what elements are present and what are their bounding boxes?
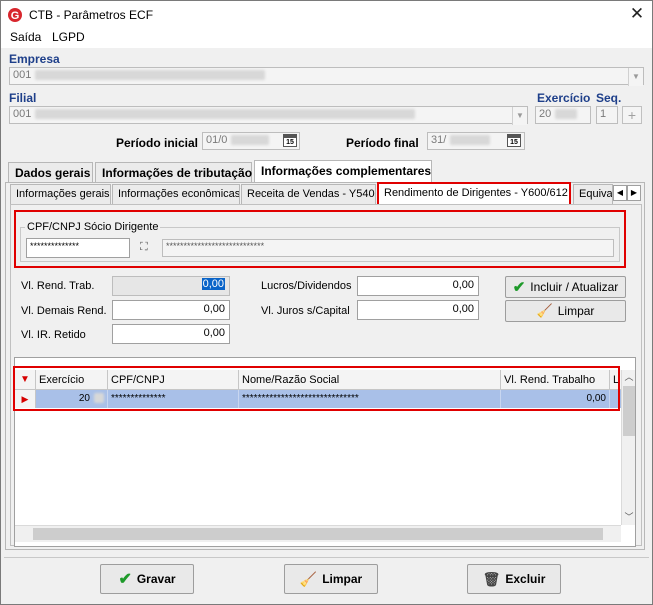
demais-rend-label: Vl. Demais Rend. [21, 305, 107, 317]
checkmark-icon: ✔ [512, 279, 526, 296]
add-seq-button[interactable]: + [622, 106, 642, 124]
subtab-informacoes-gerais[interactable]: Informações gerais [10, 184, 111, 204]
menu-lgpd[interactable]: LGPD [52, 30, 85, 44]
exercicio-value: 20 [539, 108, 552, 120]
rend-trab-field[interactable]: 0,00 [112, 276, 230, 296]
periodo-inicial-value: 01/0 [206, 134, 228, 146]
exercicio-label: Exercício [537, 91, 591, 105]
lucros-label: Lucros/Dividendos [261, 280, 352, 292]
incluir-atualizar-button[interactable]: ✔ Incluir / Atualizar [505, 276, 626, 298]
scrollbar-thumb[interactable] [623, 386, 635, 436]
scroll-right-icon[interactable]: ▶ [627, 185, 641, 201]
main-tabs: Dados gerais Informações de tributação I… [5, 160, 645, 184]
exercicio-field[interactable]: 20 [535, 106, 591, 124]
horizontal-scrollbar[interactable] [15, 525, 621, 542]
demais-rend-field[interactable]: 0,00 [112, 300, 230, 320]
broom-icon: 🧹 [536, 303, 553, 318]
calendar-icon[interactable]: 15 [507, 134, 521, 147]
excluir-button[interactable]: 🗑 Excluir [467, 564, 561, 594]
incluir-label: Incluir / Atualizar [530, 280, 619, 294]
broom-icon: 🧹 [299, 570, 318, 587]
grid-highlight [13, 366, 620, 411]
divider [4, 557, 649, 558]
seq-field[interactable]: 1 [596, 106, 618, 124]
subtab-receita-vendas[interactable]: Receita de Vendas - Y540 [241, 184, 376, 204]
close-icon[interactable]: ✕ [625, 4, 649, 24]
title-bar: G CTB - Parâmetros ECF ✕ [0, 0, 653, 28]
rend-trab-value: 0,00 [201, 278, 225, 290]
seq-label: Seq. [596, 91, 622, 105]
subtab-equival[interactable]: Equival [573, 184, 613, 204]
vertical-scrollbar[interactable]: ︿ ﹀ [621, 370, 635, 525]
trash-icon: 🗑 [482, 570, 501, 587]
menu-saida[interactable]: Saída [10, 30, 41, 44]
empresa-label: Empresa [9, 52, 60, 66]
svg-text:G: G [11, 10, 20, 22]
scroll-left-icon[interactable]: ◀ [613, 185, 627, 201]
ir-retido-field[interactable]: 0,00 [112, 324, 230, 344]
tab-informacoes-complementares[interactable]: Informações complementares [254, 160, 432, 182]
checkmark-icon: ✔ [118, 571, 132, 588]
gravar-label: Gravar [136, 572, 176, 586]
subtab-informacoes-economicas[interactable]: Informações econômicas [112, 184, 240, 204]
lucros-field[interactable]: 0,00 [357, 276, 479, 296]
ir-retido-label: Vl. IR. Retido [21, 329, 86, 341]
tab-dados-gerais[interactable]: Dados gerais [8, 162, 93, 182]
rend-trab-label: Vl. Rend. Trab. [21, 280, 95, 292]
binoculars-icon[interactable]: ⛶ [140, 241, 148, 254]
calendar-icon[interactable]: 15 [283, 134, 297, 147]
limpar-button[interactable]: 🧹 Limpar [284, 564, 378, 594]
periodo-inicial-label: Período inicial [116, 136, 199, 150]
limpar-small-label: Limpar [557, 304, 595, 318]
socio-name-field: **************************** [162, 239, 614, 257]
socio-cpf-input[interactable]: ************** [26, 238, 130, 258]
app-logo-icon: G [8, 8, 22, 22]
filial-select[interactable]: 001 [9, 106, 528, 124]
menu-bar: Saída LGPD [0, 28, 653, 48]
window-title: CTB - Parâmetros ECF [29, 8, 154, 22]
filial-code: 001 [13, 108, 32, 120]
h-scrollbar-thumb[interactable] [33, 528, 603, 540]
chevron-down-icon[interactable]: ▼ [628, 68, 643, 86]
scroll-up-icon[interactable]: ︿ [622, 370, 636, 384]
juros-label: Vl. Juros s/Capital [261, 305, 350, 317]
limpar-label: Limpar [322, 572, 363, 586]
periodo-final-value: 31/ [431, 134, 447, 146]
scroll-down-icon[interactable]: ﹀ [622, 510, 636, 524]
excluir-label: Excluir [505, 572, 546, 586]
limpar-small-button[interactable]: 🧹 Limpar [505, 300, 626, 322]
chevron-down-icon[interactable]: ▼ [512, 107, 527, 125]
gravar-button[interactable]: ✔ Gravar [100, 564, 194, 594]
subtab-rendimento-dirigentes[interactable]: Rendimento de Dirigentes - Y600/612 [377, 182, 571, 206]
juros-field[interactable]: 0,00 [357, 300, 479, 320]
empresa-code: 001 [13, 69, 32, 81]
filial-label: Filial [9, 91, 37, 105]
empresa-select[interactable]: 001 [9, 67, 644, 85]
periodo-final-label: Período final [346, 136, 419, 150]
socio-group-label: CPF/CNPJ Sócio Dirigente [25, 221, 161, 233]
tab-informacoes-tributacao[interactable]: Informações de tributação [95, 162, 252, 182]
